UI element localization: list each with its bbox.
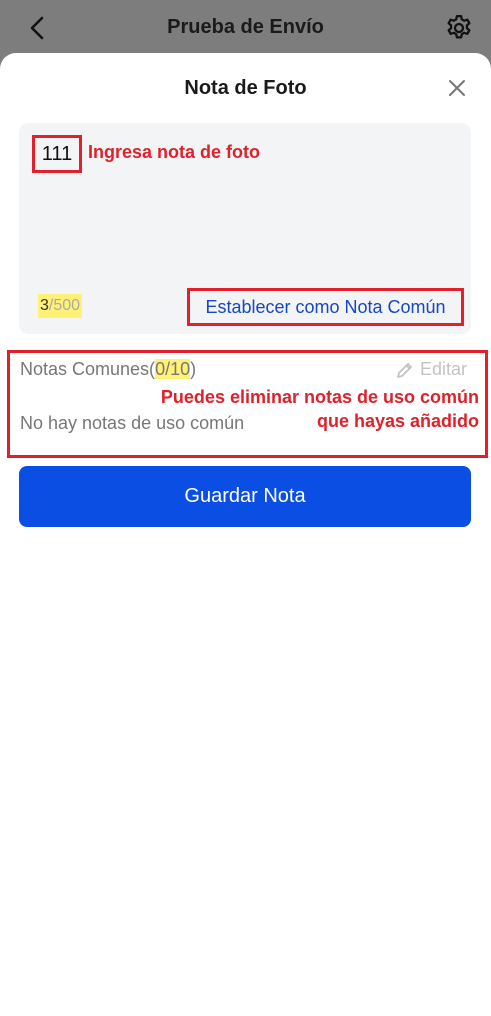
pencil-icon xyxy=(397,362,412,378)
common-notes-label-prefix: Notas Comunes( xyxy=(20,359,156,379)
annotation-delete-hint-line1: Puedes eliminar notas de uso común xyxy=(160,387,479,407)
empty-common-notes: No hay notas de uso común xyxy=(20,413,245,433)
character-counter: 3/500 xyxy=(38,294,83,318)
page-title: Prueba de Envío xyxy=(167,16,324,38)
set-common-note-button[interactable]: Establecer como Nota Común xyxy=(187,288,464,326)
top-bar: Prueba de Envío xyxy=(0,0,491,58)
edit-label: Editar xyxy=(420,359,468,379)
character-count-current: 3 xyxy=(40,297,49,314)
gear-icon[interactable] xyxy=(444,13,474,43)
edit-common-notes-button[interactable]: Editar xyxy=(396,359,467,380)
common-notes-section: Notas Comunes(0/10) Editar Puedes elimin… xyxy=(7,350,488,458)
close-icon[interactable] xyxy=(446,77,468,99)
note-textarea[interactable]: 111 Ingresa nota de foto 3/500 Establece… xyxy=(19,123,471,334)
character-count-max: /500 xyxy=(48,297,81,314)
save-note-button[interactable]: Guardar Nota xyxy=(19,466,471,527)
note-value: 111 xyxy=(32,135,82,173)
sheet-title: Nota de Foto xyxy=(184,77,307,99)
annotation-note-hint: Ingresa nota de foto xyxy=(88,142,261,162)
common-notes-count: 0/10 xyxy=(155,359,191,379)
common-notes-label-suffix: ) xyxy=(190,359,197,379)
photo-note-sheet: Nota de Foto 111 Ingresa nota de foto 3/… xyxy=(0,53,491,1016)
common-notes-label: Notas Comunes(0/10) xyxy=(20,359,196,380)
